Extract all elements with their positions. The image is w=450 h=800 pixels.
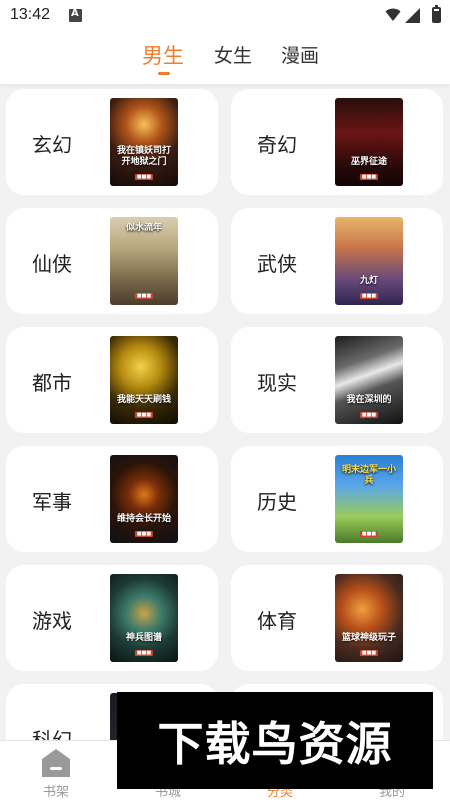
category-label: 武侠: [257, 252, 297, 276]
book-cover: 神兵图谱 ■■■: [110, 574, 178, 662]
nav-label: 书架: [42, 785, 69, 800]
book-cover: 九灯 ■■■: [335, 217, 403, 305]
publisher-badge: ■■■: [134, 174, 154, 180]
book-cover-title: 明末边军一小兵: [341, 465, 396, 486]
category-card-qihuan[interactable]: 奇幻 巫界征途 ■■■: [231, 89, 443, 195]
publisher-badge: ■■■: [359, 650, 379, 656]
book-cover-title: 巫界征途: [350, 157, 387, 167]
book-cover-title: 篮球神级玩子: [341, 633, 396, 643]
category-card-youxi[interactable]: 游戏 神兵图谱 ■■■: [6, 565, 218, 671]
category-label: 奇幻: [257, 133, 297, 157]
category-label: 现实: [257, 371, 297, 395]
category-label: 仙侠: [32, 252, 72, 276]
book-cover-title: 似水流年: [125, 223, 162, 233]
category-card-xianxia[interactable]: 仙侠 似水流年 ■■■: [6, 208, 218, 314]
category-label: 都市: [32, 371, 72, 395]
book-cover-title: 我在镇妖司打开地狱之门: [116, 146, 171, 167]
book-cover-title: 我在深圳的: [346, 395, 392, 405]
watermark-banner: 下载鸟资源: [117, 692, 433, 789]
category-card-wuxia[interactable]: 武侠 九灯 ■■■: [231, 208, 443, 314]
category-grid: 玄幻 我在镇妖司打开地狱之门 ■■■ 奇幻 巫界征途 ■■■ 仙侠 似水流年 ■…: [0, 84, 450, 740]
category-card-xianshi[interactable]: 现实 我在深圳的 ■■■: [231, 327, 443, 433]
book-cover: 巫界征途 ■■■: [335, 98, 403, 186]
book-cover: 篮球神级玩子 ■■■: [335, 574, 403, 662]
book-cover: 维持会长开始 ■■■: [110, 455, 178, 543]
watermark-text: 下载鸟资源: [157, 717, 393, 771]
wifi-icon: [385, 8, 401, 21]
publisher-badge: ■■■: [359, 531, 379, 537]
category-tabs-header: 男生 女生 漫画: [0, 32, 450, 84]
publisher-badge: ■■■: [134, 650, 154, 656]
category-label: 游戏: [32, 609, 72, 633]
category-label: 玄幻: [32, 133, 72, 157]
tab-comics[interactable]: 漫画: [281, 41, 319, 68]
publisher-badge: ■■■: [134, 412, 154, 418]
book-cover: 明末边军一小兵 ■■■: [335, 455, 403, 543]
book-cover: 我能天天刷钱 ■■■: [110, 336, 178, 424]
publisher-badge: ■■■: [134, 293, 154, 299]
category-card-xuanhuan[interactable]: 玄幻 我在镇妖司打开地狱之门 ■■■: [6, 89, 218, 195]
bookshelf-icon: [42, 749, 70, 777]
nav-bookshelf[interactable]: 书架: [0, 741, 112, 800]
publisher-badge: ■■■: [134, 531, 154, 537]
active-tab-indicator: [158, 72, 170, 75]
publisher-badge: ■■■: [359, 174, 379, 180]
tab-male[interactable]: 男生: [142, 40, 184, 70]
battery-icon: [432, 5, 441, 23]
book-cover-title: 神兵图谱: [125, 633, 162, 643]
book-cover-title: 维持会长开始: [116, 514, 171, 524]
category-label: 军事: [32, 490, 72, 514]
status-time: 13:42: [10, 6, 51, 23]
category-card-tiyu[interactable]: 体育 篮球神级玩子 ■■■: [231, 565, 443, 671]
category-card-dushi[interactable]: 都市 我能天天刷钱 ■■■: [6, 327, 218, 433]
book-cover-title: 九灯: [359, 276, 378, 286]
publisher-badge: ■■■: [359, 412, 379, 418]
book-cover: 我在深圳的 ■■■: [335, 336, 403, 424]
book-cover-title: 我能天天刷钱: [116, 395, 171, 405]
book-cover: 似水流年 ■■■: [110, 217, 178, 305]
category-label: 历史: [257, 490, 297, 514]
book-cover: 我在镇妖司打开地狱之门 ■■■: [110, 98, 178, 186]
status-bar: 13:42: [0, 0, 450, 32]
category-card-junshi[interactable]: 军事 维持会长开始 ■■■: [6, 446, 218, 552]
category-label: 体育: [257, 609, 297, 633]
tab-female[interactable]: 女生: [214, 41, 252, 68]
category-card-lishi[interactable]: 历史 明末边军一小兵 ■■■: [231, 446, 443, 552]
publisher-badge: ■■■: [359, 293, 379, 299]
category-label: 科幻: [32, 728, 72, 740]
signal-icon: [405, 8, 420, 23]
notification-app-icon: [69, 8, 82, 22]
